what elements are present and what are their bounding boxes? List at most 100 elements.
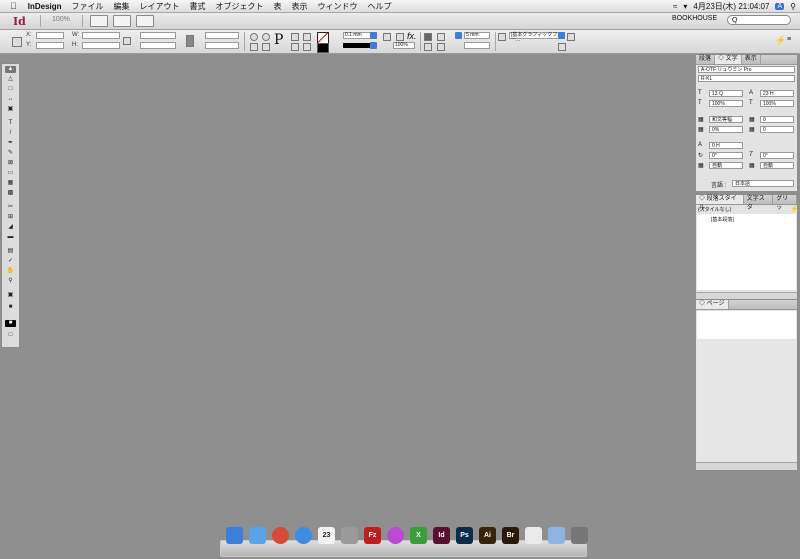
- scissors-tool-icon[interactable]: ✂: [5, 204, 16, 211]
- clock[interactable]: 4月23日(木) 21:04:07: [693, 1, 769, 12]
- menu-table[interactable]: 表: [269, 1, 287, 12]
- kerning-field[interactable]: 0: [760, 116, 794, 123]
- font-family-field[interactable]: A-OTF リュウミン Pro: [698, 66, 795, 73]
- gradient-feather-tool-icon[interactable]: ▬: [5, 234, 16, 241]
- finder-icon[interactable]: [226, 527, 243, 544]
- spacing-stepper[interactable]: [455, 32, 462, 39]
- tab-paragraph-styles[interactable]: ◇ 段落スタイル: [696, 195, 744, 211]
- vertical-scale-field[interactable]: 100%: [709, 100, 743, 107]
- tab-grid[interactable]: グリッ: [773, 195, 797, 211]
- character-rotate-field[interactable]: 0°: [709, 152, 743, 159]
- lightning-icon[interactable]: ⚡: [775, 35, 786, 46]
- frame-grid-tool-icon[interactable]: ▦: [5, 180, 16, 187]
- stroke-swatch-icon[interactable]: [317, 43, 329, 53]
- clear-overrides-icon[interactable]: [567, 33, 575, 41]
- aki-field[interactable]: 0 H: [709, 142, 743, 149]
- x-field[interactable]: [36, 32, 64, 39]
- tab-character[interactable]: ◇ 文字: [715, 55, 742, 64]
- wrap-shape-icon[interactable]: [424, 43, 432, 51]
- scale-lock-icon[interactable]: [186, 35, 194, 47]
- photoshop-icon[interactable]: Ps: [456, 527, 473, 544]
- language-field[interactable]: 日本語: [732, 180, 794, 187]
- screen-mode-icon[interactable]: □: [5, 332, 16, 339]
- gradient-swatch-tool-icon[interactable]: ◢: [5, 224, 16, 231]
- menu-file[interactable]: ファイル: [67, 1, 109, 12]
- flip-horizontal-icon[interactable]: [250, 43, 258, 51]
- leading-field[interactable]: 23 H: [760, 90, 794, 97]
- tab-pages[interactable]: ◇ ページ: [696, 300, 729, 309]
- tab-paragraph[interactable]: 段落: [696, 55, 716, 64]
- rotate-ccw-icon[interactable]: [262, 33, 270, 41]
- y-field[interactable]: [36, 42, 64, 49]
- zoom-tool-icon[interactable]: ⚲: [5, 278, 16, 285]
- type-tool-icon[interactable]: T: [5, 120, 16, 127]
- flip-p-icon[interactable]: P: [274, 32, 283, 48]
- pen-tool-icon[interactable]: ✒: [5, 140, 16, 147]
- fill-stroke-swatch-icon[interactable]: ▣: [5, 292, 16, 299]
- spacing-field[interactable]: 5 mm: [464, 32, 490, 39]
- bridge-icon[interactable]: Br: [502, 527, 519, 544]
- free-transform-tool-icon[interactable]: ⊞: [5, 214, 16, 221]
- rectangle-tool-icon[interactable]: ▭: [5, 170, 16, 177]
- menu-edit[interactable]: 編集: [109, 1, 135, 12]
- menu-type[interactable]: 書式: [185, 1, 211, 12]
- select-next-icon[interactable]: [303, 43, 311, 51]
- opacity-field[interactable]: 100%: [393, 42, 415, 49]
- user-badge[interactable]: A: [775, 2, 785, 10]
- fitting-icon[interactable]: [558, 43, 566, 51]
- calendar-icon[interactable]: 23: [318, 527, 335, 544]
- select-previous-icon[interactable]: [291, 43, 299, 51]
- panel-menu-icon[interactable]: ≡: [787, 36, 791, 43]
- workspace-switcher[interactable]: BOOKHOUSE: [672, 15, 717, 22]
- excel-x-icon[interactable]: X: [410, 527, 427, 544]
- object-style-dropdown[interactable]: [基本グラフィックフレー...: [509, 32, 565, 43]
- reference-point-icon[interactable]: [12, 37, 22, 47]
- filezilla-icon[interactable]: Fz: [364, 527, 381, 544]
- content-collector-icon[interactable]: ▣: [5, 106, 16, 113]
- view-options-button[interactable]: [90, 15, 108, 27]
- font-size-field[interactable]: 13 Q: [709, 90, 743, 97]
- horizontal-scale-field[interactable]: 100%: [760, 100, 794, 107]
- select-content-icon[interactable]: [303, 33, 311, 41]
- tsume-field[interactable]: 和文等幅: [709, 116, 743, 123]
- illustrator-icon[interactable]: Ai: [479, 527, 496, 544]
- tab-character-styles[interactable]: 文字スタ: [744, 195, 774, 211]
- mojikumi-before-field[interactable]: 自動: [709, 162, 743, 169]
- scale-x-field[interactable]: [140, 32, 176, 39]
- chrome-icon[interactable]: [272, 527, 289, 544]
- wrap-bbox-icon[interactable]: [437, 33, 445, 41]
- script-icon[interactable]: [341, 527, 358, 544]
- drop-shadow-icon[interactable]: [383, 33, 391, 41]
- menu-object[interactable]: オブジェクト: [211, 1, 269, 12]
- apply-color-icon[interactable]: ■: [5, 304, 16, 311]
- list-item[interactable]: [基本段落]: [697, 214, 796, 223]
- arrange-documents-button[interactable]: [136, 15, 154, 27]
- spotlight-icon[interactable]: ⚲: [790, 2, 796, 11]
- object-style-icon[interactable]: [498, 33, 506, 41]
- screen-mode-button[interactable]: [113, 15, 131, 27]
- direct-selection-tool-icon[interactable]: △: [5, 76, 16, 83]
- tab-transform[interactable]: 表示: [742, 55, 761, 64]
- wrap-none-icon[interactable]: [424, 33, 432, 41]
- wrap-jump-icon[interactable]: [437, 43, 445, 51]
- indesign-icon[interactable]: Id: [433, 527, 450, 544]
- selection-tool-icon[interactable]: ▲: [5, 66, 16, 73]
- mojikumi-after-field[interactable]: 自動: [760, 162, 794, 169]
- search-input[interactable]: Q: [727, 15, 791, 25]
- stroke-type-dropdown[interactable]: [370, 42, 377, 49]
- itunes-icon[interactable]: [387, 527, 404, 544]
- page-tool-icon[interactable]: □: [5, 86, 16, 93]
- safari-icon[interactable]: [295, 527, 312, 544]
- preview-icon[interactable]: [525, 527, 542, 544]
- line-tool-icon[interactable]: /: [5, 130, 16, 137]
- baseline-field[interactable]: 0: [760, 126, 794, 133]
- volume-icon[interactable]: ▾: [683, 2, 687, 11]
- folder-icon[interactable]: [548, 527, 565, 544]
- wifi-icon[interactable]: ≈: [673, 2, 677, 11]
- zoom-level[interactable]: 100%: [52, 16, 70, 23]
- h-field[interactable]: [82, 42, 120, 49]
- shear-field[interactable]: [205, 42, 239, 49]
- menu-layout[interactable]: レイアウト: [135, 1, 185, 12]
- rotate-cw-icon[interactable]: [250, 33, 258, 41]
- lightning-icon[interactable]: ⚡: [790, 205, 799, 213]
